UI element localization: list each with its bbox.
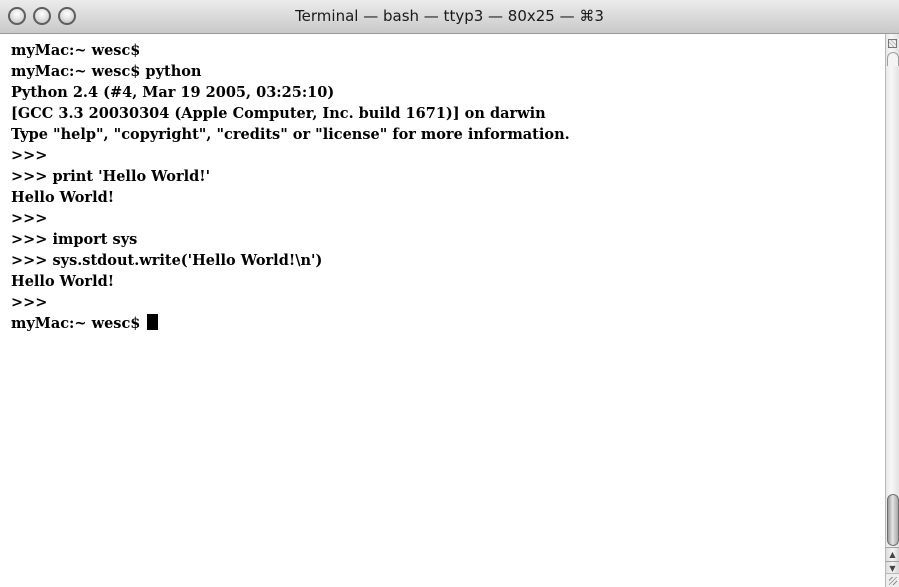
vertical-scrollbar[interactable]: ▲ ▼ <box>885 34 899 587</box>
terminal-line: >>> <box>11 147 48 164</box>
prompt-line: myMac:~ wesc$ <box>11 313 570 334</box>
title-bar[interactable]: Terminal — bash — ttyp3 — 80x25 — ⌘3 <box>0 0 899 34</box>
window-title: Terminal — bash — ttyp3 — 80x25 — ⌘3 <box>295 7 604 25</box>
terminal-line: >>> <box>11 294 48 311</box>
scroll-thumb[interactable] <box>887 494 899 546</box>
terminal-line: myMac:~ wesc$ python <box>11 63 202 80</box>
terminal-window: Terminal — bash — ttyp3 — 80x25 — ⌘3 myM… <box>0 0 899 587</box>
terminal-line: myMac:~ wesc$ <box>11 42 141 59</box>
scroll-up-arrow-icon[interactable]: ▲ <box>886 547 899 561</box>
resize-grip-icon[interactable] <box>885 573 899 587</box>
terminal-line: Type "help", "copyright", "credits" or "… <box>11 126 570 143</box>
prompt-text: myMac:~ wesc$ <box>11 315 146 332</box>
terminal-line: [GCC 3.3 20030304 (Apple Computer, Inc. … <box>11 105 546 122</box>
text-cursor <box>147 314 159 330</box>
terminal-line: Python 2.4 (#4, Mar 19 2005, 03:25:10) <box>11 84 335 101</box>
terminal-line: Hello World! <box>11 273 115 290</box>
split-pane-icon[interactable] <box>888 39 897 48</box>
terminal-line: Hello World! <box>11 189 115 206</box>
terminal-line: >>> sys.stdout.write('Hello World!\n') <box>11 252 323 269</box>
terminal-line: >>> <box>11 210 48 227</box>
terminal-line: >>> import sys <box>11 231 138 248</box>
terminal-lines: myMac:~ wesc$ myMac:~ wesc$ python Pytho… <box>11 40 570 334</box>
scroll-track-cap <box>887 52 899 66</box>
terminal-line: >>> print 'Hello World!' <box>11 168 211 185</box>
terminal-output[interactable]: myMac:~ wesc$ myMac:~ wesc$ python Pytho… <box>0 34 885 587</box>
